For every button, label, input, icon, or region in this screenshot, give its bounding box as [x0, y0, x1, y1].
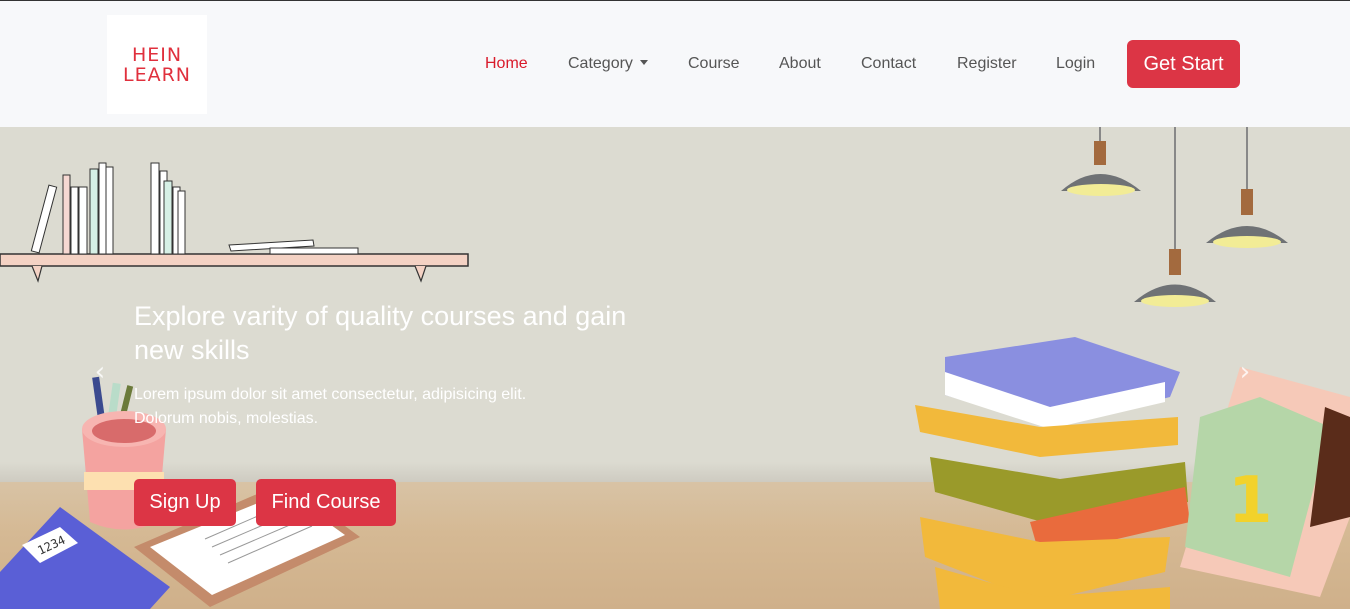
get-start-button[interactable]: Get Start [1127, 40, 1240, 88]
calendar-day-text: 1 [1228, 464, 1273, 538]
nav-about[interactable]: About [779, 55, 821, 73]
book-stack-illustration [915, 337, 1190, 609]
nav-course[interactable]: Course [688, 55, 740, 73]
bookshelf-illustration [0, 162, 469, 283]
caret-down-icon [639, 60, 648, 65]
chevron-left-icon: ‹ [94, 357, 106, 387]
brand-logo[interactable]: HEIN LEARN [107, 15, 207, 114]
find-course-button[interactable]: Find Course [256, 479, 396, 526]
carousel-prev-button[interactable]: ‹ [90, 357, 110, 387]
nav-register[interactable]: Register [957, 55, 1017, 73]
nav-category[interactable]: Category [568, 55, 648, 73]
nav-category-label: Category [568, 55, 633, 72]
chevron-right-icon: › [1239, 357, 1251, 387]
logo-line-1: HEIN [131, 43, 183, 66]
ceiling-lamps-illustration [1061, 127, 1288, 307]
logo-line-2: LEARN [122, 63, 191, 86]
carousel-next-button[interactable]: › [1235, 357, 1255, 387]
hero-description: Lorem ipsum dolor sit amet consectetur, … [134, 386, 527, 427]
sign-up-button[interactable]: Sign Up [134, 479, 236, 526]
hero-carousel: 1234 1 ‹ › Explore varity of quality cou… [0, 127, 1350, 609]
nav-login[interactable]: Login [1056, 55, 1095, 73]
hero-illustration: 1234 1 [0, 127, 1350, 609]
hero-title: Explore varity of quality courses and ga… [134, 301, 627, 365]
calendar-illustration: 1 [1180, 367, 1350, 597]
navbar: HEIN LEARN Home Category Course About Co… [0, 1, 1350, 127]
nav-contact[interactable]: Contact [861, 55, 916, 73]
nav-home[interactable]: Home [485, 55, 528, 73]
